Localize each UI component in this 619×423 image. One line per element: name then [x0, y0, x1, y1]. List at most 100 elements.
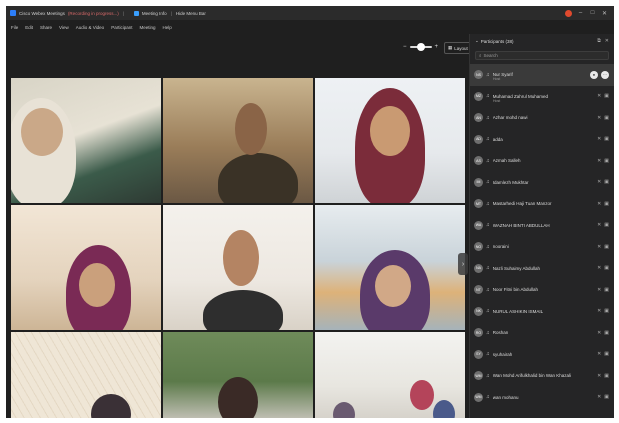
meeting-info-button[interactable]: Meeting Info [142, 11, 167, 16]
zoom-knob[interactable] [416, 43, 425, 51]
participant-video [410, 380, 434, 410]
menu-help[interactable]: Help [162, 25, 171, 30]
webex-logo-icon [10, 10, 16, 16]
video-off-icon[interactable]: ▣ [604, 394, 609, 400]
participant-row[interactable]: AD ♫ adda ✕ ▣ [470, 129, 614, 151]
menu-share[interactable]: Share [40, 25, 52, 30]
video-off-icon[interactable]: ▣ [604, 201, 609, 207]
mute-icon[interactable]: ✕ [597, 351, 601, 357]
participant-controls: ✕ ▣ [597, 136, 609, 142]
info-icon [133, 10, 139, 16]
participant-role: Host [493, 98, 501, 103]
participant-video [91, 394, 131, 418]
participant-row[interactable]: AS ♫ Azmah Salleh ✕ ▣ [470, 150, 614, 172]
video-tile[interactable] [315, 332, 465, 418]
participant-row[interactable]: NS ♫ Nur Syarif Host ● ⋯ [470, 64, 614, 86]
participant-controls: ✕ ▣ [597, 115, 609, 121]
mute-icon[interactable]: ✕ [597, 308, 601, 314]
video-tile[interactable] [11, 78, 161, 203]
participant-row[interactable]: WM ♫ Wan Mohd Arifulkhalid bin Wan Khazali… [470, 365, 614, 387]
participant-row[interactable]: MZ ♫ Muhamad Zahrul Muhamed Host ✕ ▣ [470, 86, 614, 108]
zoom-in-icon[interactable]: + [435, 44, 439, 50]
menu-view[interactable]: View [59, 25, 69, 30]
menu-edit[interactable]: Edit [25, 25, 33, 30]
user-avatar[interactable] [565, 9, 572, 17]
video-off-icon[interactable]: ▣ [604, 136, 609, 142]
zoom-out-icon[interactable]: − [403, 44, 407, 50]
video-tile[interactable] [163, 332, 313, 418]
mute-icon[interactable]: ✕ [597, 93, 601, 99]
participant-row[interactable]: WA ♫ WAZNAH BINTI ABDULLAH ✕ ▣ [470, 215, 614, 237]
participant-row[interactable]: RO ♫ Roshan ✕ ▣ [470, 322, 614, 344]
video-off-icon[interactable]: ▣ [604, 287, 609, 293]
video-tile[interactable] [163, 78, 313, 203]
video-tile[interactable] [315, 205, 465, 330]
mute-button[interactable]: ● [590, 70, 598, 79]
mute-icon[interactable]: ✕ [597, 158, 601, 164]
video-tile[interactable] [315, 78, 465, 203]
video-off-icon[interactable]: ▣ [604, 373, 609, 379]
mute-icon[interactable]: ✕ [597, 115, 601, 121]
menu-meeting[interactable]: Meeting [139, 25, 155, 30]
participant-row[interactable]: NT ♫ Noor Fitni bin Abdullah ✕ ▣ [470, 279, 614, 301]
mute-icon[interactable]: ✕ [597, 201, 601, 207]
hide-menu-bar-button[interactable]: Hide Menu Bar [176, 11, 206, 16]
participant-row[interactable]: NO ♫ nooraini ✕ ▣ [470, 236, 614, 258]
menu-audio-video[interactable]: Audio & Video [76, 25, 104, 30]
video-off-icon[interactable]: ▣ [604, 265, 609, 271]
participant-name: Azhar mohd nawi [492, 115, 528, 121]
mute-icon[interactable]: ✕ [597, 330, 601, 336]
zoom-track[interactable] [409, 43, 432, 51]
video-tile[interactable] [11, 205, 161, 330]
participant-row[interactable]: AN ♫ Azhar mohd nawi ✕ ▣ [470, 107, 614, 129]
participant-avatar: SY [474, 349, 483, 359]
menu-file[interactable]: File [11, 25, 18, 30]
close-panel-icon[interactable]: ✕ [605, 38, 609, 44]
close-button[interactable]: ✕ [601, 10, 608, 17]
participant-row[interactable]: SY ♫ syuhairah ✕ ▣ [470, 344, 614, 366]
participant-row[interactable]: MT ♫ Mastarhedi Haji Tuan Manzor ✕ ▣ [470, 193, 614, 215]
video-off-icon[interactable]: ▣ [604, 179, 609, 185]
participant-row[interactable]: NA ♫ Nazli Suhaimy Abdullah ✕ ▣ [470, 258, 614, 280]
minimize-button[interactable]: – [577, 10, 584, 16]
participant-name: Roshan [492, 330, 509, 336]
video-off-icon[interactable]: ▣ [604, 93, 609, 99]
participant-row[interactable]: NK ♫ NURUL ASHIKIN ISMAIL ✕ ▣ [470, 301, 614, 323]
video-off-icon[interactable]: ▣ [604, 244, 609, 250]
video-off-icon[interactable]: ▣ [604, 222, 609, 228]
participant-row[interactable]: WM ♫ wan mohanu ✕ ▣ [470, 387, 614, 409]
panel-header: ⌄ Participants (38) ⧉ ✕ [470, 34, 614, 48]
video-off-icon[interactable]: ▣ [604, 308, 609, 314]
mute-icon[interactable]: ✕ [597, 287, 601, 293]
mute-icon[interactable]: ✕ [597, 222, 601, 228]
video-tile[interactable] [11, 332, 161, 418]
participant-avatar: MZ [474, 91, 483, 101]
video-off-icon[interactable]: ▣ [604, 115, 609, 121]
next-page-button[interactable]: › [458, 253, 468, 275]
participant-controls: ● ⋯ [590, 70, 609, 79]
zoom-slider[interactable]: − + [403, 43, 439, 51]
more-options-button[interactable]: ⋯ [601, 70, 609, 79]
participant-name: nooraini [492, 244, 509, 250]
chevron-down-icon[interactable]: ⌄ [475, 38, 479, 44]
video-tile[interactable] [163, 205, 313, 330]
mute-icon[interactable]: ✕ [597, 136, 601, 142]
mute-icon[interactable]: ✕ [597, 244, 601, 250]
menu-participant[interactable]: Participant [111, 25, 132, 30]
mute-icon[interactable]: ✕ [597, 179, 601, 185]
layout-button[interactable]: ▦ Layout [444, 42, 472, 54]
maximize-button[interactable]: □ [589, 10, 596, 16]
microphone-icon: ♫ [486, 71, 490, 78]
video-off-icon[interactable]: ▣ [604, 330, 609, 336]
mute-icon[interactable]: ✕ [597, 394, 601, 400]
mute-icon[interactable]: ✕ [597, 265, 601, 271]
popout-icon[interactable]: ⧉ [597, 38, 601, 44]
participant-video [333, 402, 355, 418]
video-off-icon[interactable]: ▣ [604, 158, 609, 164]
participant-search[interactable]: ⌕ Search [475, 51, 609, 60]
participant-face [370, 106, 410, 156]
participant-row[interactable]: IM ♫ Idamlezh Mukhtar ✕ ▣ [470, 172, 614, 194]
participant-avatar: NO [474, 242, 483, 252]
mute-icon[interactable]: ✕ [597, 373, 601, 379]
video-off-icon[interactable]: ▣ [604, 351, 609, 357]
